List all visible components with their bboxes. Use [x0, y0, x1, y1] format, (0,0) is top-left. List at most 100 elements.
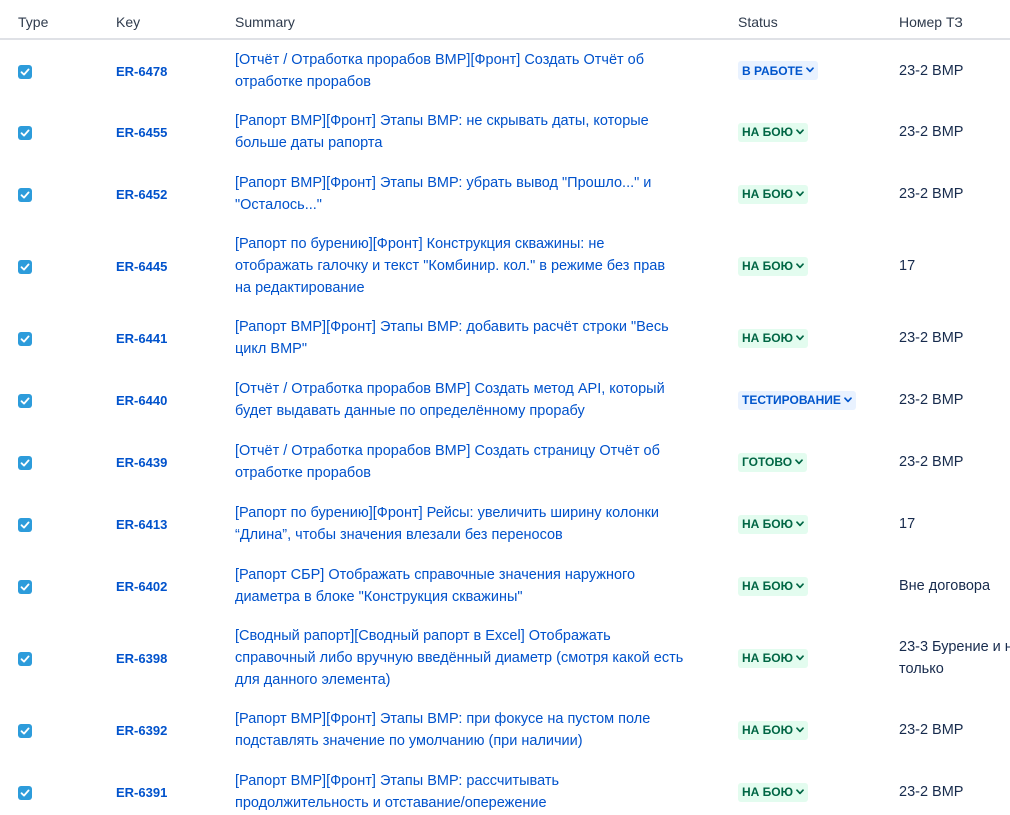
tz-number-value: 17: [899, 258, 916, 274]
status-dropdown[interactable]: В РАБОТЕ: [738, 61, 818, 80]
key-cell: ER-6392: [108, 699, 231, 761]
issue-summary-link[interactable]: [Сводный рапорт][Сводный рапорт в Excel]…: [235, 625, 732, 691]
issue-summary-link[interactable]: [Отчёт / Отработка прорабов ВМР] Создать…: [235, 378, 732, 422]
issue-summary-link[interactable]: [Рапорт ВМР][Фронт] Этапы ВМР: не скрыва…: [235, 110, 732, 154]
chevron-down-icon: [796, 788, 804, 797]
summary-cell: [Рапорт ВМР][Фронт] Этапы ВМР: рассчитыв…: [231, 761, 732, 815]
column-header-tz-number[interactable]: Номер ТЗ: [891, 6, 1010, 40]
summary-line: "Осталось...": [235, 197, 322, 213]
issue-summary-link[interactable]: [Отчёт / Отработка прорабов ВМР] Создать…: [235, 440, 732, 484]
status-dropdown[interactable]: НА БОЮ: [738, 184, 808, 204]
summary-line: отработке прорабов: [235, 73, 371, 90]
summary-line: [Отчёт / Отработка прорабов ВМР] Создать…: [235, 443, 660, 459]
issue-summary-link[interactable]: [Рапорт по бурению][Фронт] Конструкция с…: [235, 233, 732, 299]
chevron-down-icon: [796, 726, 804, 735]
issue-summary-link[interactable]: [Рапорт по бурению][Фронт] Рейсы: увелич…: [235, 502, 732, 546]
table-row[interactable]: ER-6413 [Рапорт по бурению][Фронт] Рейсы…: [0, 493, 1010, 555]
tz-number-cell: 23-3 Бурение и не только: [891, 617, 1010, 699]
key-cell: ER-6441: [108, 307, 231, 369]
column-header-key[interactable]: Key: [108, 6, 231, 40]
table-row[interactable]: ER-6391 [Рапорт ВМР][Фронт] Этапы ВМР: р…: [0, 761, 1010, 815]
table-row[interactable]: ER-6455 [Рапорт ВМР][Фронт] Этапы ВМР: н…: [0, 101, 1010, 163]
summary-cell: [Рапорт ВМР][Фронт] Этапы ВМР: убрать вы…: [231, 163, 732, 225]
status-cell: НА БОЮ: [732, 163, 891, 225]
checkbox-checked-icon: [18, 332, 32, 347]
chevron-down-icon: [796, 654, 804, 663]
table-row[interactable]: ER-6452 [Рапорт ВМР][Фронт] Этапы ВМР: у…: [0, 163, 1010, 225]
table-row[interactable]: ER-6478 [Отчёт / Отработка прорабов ВМР]…: [0, 39, 1010, 101]
summary-line: [Рапорт ВМР][Фронт] Этапы ВМР: добавить …: [235, 319, 669, 335]
status-cell: НА БОЮ: [732, 493, 891, 555]
issue-key-link[interactable]: ER-6440: [116, 393, 167, 408]
table-row[interactable]: ER-6439 [Отчёт / Отработка прорабов ВМР]…: [0, 431, 1010, 493]
table-row[interactable]: ER-6441 [Рапорт ВМР][Фронт] Этапы ВМР: д…: [0, 307, 1010, 369]
type-cell: [0, 101, 108, 163]
chevron-down-icon: [796, 582, 804, 591]
issue-summary-link[interactable]: [Рапорт ВМР][Фронт] Этапы ВМР: добавить …: [235, 316, 732, 360]
summary-cell: [Рапорт ВМР][Фронт] Этапы ВМР: при фокус…: [231, 699, 732, 761]
key-cell: ER-6439: [108, 431, 231, 493]
status-cell: В РАБОТЕ: [732, 39, 891, 101]
summary-line: справочный либо вручную введённый диамет…: [235, 650, 684, 666]
column-header-summary[interactable]: Summary: [231, 6, 732, 40]
tz-number-value: 23-3 Бурение и не только: [899, 639, 1010, 677]
tz-number-value: 23-2 ВМР: [899, 722, 964, 738]
summary-line: [Рапорт ВМР][Фронт] Этапы ВМР: убрать вы…: [235, 175, 652, 191]
status-dropdown[interactable]: ГОТОВО: [738, 452, 808, 472]
tz-number-value: 23-2 ВМР: [899, 784, 964, 800]
key-cell: ER-6391: [108, 761, 231, 815]
status-dropdown[interactable]: НА БОЮ: [738, 648, 808, 668]
issue-key-link[interactable]: ER-6391: [116, 785, 167, 800]
table-row[interactable]: ER-6398 [Сводный рапорт][Сводный рапорт …: [0, 617, 1010, 699]
summary-cell: [Отчёт / Отработка прорабов ВМР] Создать…: [231, 369, 732, 431]
issue-summary-link[interactable]: [Рапорт ВМР][Фронт] Этапы ВМР: убрать вы…: [235, 172, 732, 216]
tz-number-cell: 23-2 ВМР: [891, 39, 1010, 101]
tz-number-cell: 23-2 ВМР: [891, 431, 1010, 493]
status-dropdown[interactable]: НА БОЮ: [738, 782, 808, 802]
issue-key-link[interactable]: ER-6445: [116, 259, 167, 274]
status-dropdown[interactable]: НА БОЮ: [738, 328, 808, 348]
issue-key-link[interactable]: ER-6402: [116, 579, 167, 594]
status-cell: НА БОЮ: [732, 307, 891, 369]
status-cell: ТЕСТИРОВАНИЕ: [732, 369, 891, 431]
issue-key-link[interactable]: ER-6413: [116, 517, 167, 532]
issue-summary-link[interactable]: [Рапорт СБР] Отображать справочные значе…: [235, 564, 732, 608]
issue-key-link[interactable]: ER-6441: [116, 331, 167, 346]
summary-line: отработке прорабов: [235, 465, 371, 481]
table-row[interactable]: ER-6402 [Рапорт СБР] Отображать справочн…: [0, 555, 1010, 617]
status-label: НА БОЮ: [742, 331, 793, 345]
issue-summary-link[interactable]: [Отчёт / Отработка прорабов ВМР][Фронт] …: [235, 49, 732, 93]
status-label: НА БОЮ: [742, 187, 793, 201]
table-row[interactable]: ER-6445 [Рапорт по бурению][Фронт] Конст…: [0, 225, 1010, 307]
type-cell: [0, 617, 108, 699]
table-row[interactable]: ER-6392 [Рапорт ВМР][Фронт] Этапы ВМР: п…: [0, 699, 1010, 761]
column-header-type[interactable]: Type: [0, 6, 108, 40]
issue-key-link[interactable]: ER-6392: [116, 723, 167, 738]
issue-summary-link[interactable]: [Рапорт ВМР][Фронт] Этапы ВМР: рассчитыв…: [235, 770, 732, 814]
status-dropdown[interactable]: НА БОЮ: [738, 720, 808, 740]
issue-key-link[interactable]: ER-6478: [116, 64, 167, 79]
summary-cell: [Отчёт / Отработка прорабов ВМР] Создать…: [231, 431, 732, 493]
type-cell: [0, 39, 108, 101]
tz-number-cell: Вне договора: [891, 555, 1010, 617]
summary-cell: [Рапорт по бурению][Фронт] Рейсы: увелич…: [231, 493, 732, 555]
issue-key-link[interactable]: ER-6452: [116, 187, 167, 202]
status-dropdown[interactable]: НА БОЮ: [738, 256, 808, 276]
key-cell: ER-6445: [108, 225, 231, 307]
column-header-status[interactable]: Status: [732, 6, 891, 40]
summary-line: [Рапорт ВМР][Фронт] Этапы ВМР: рассчитыв…: [235, 773, 560, 789]
status-dropdown[interactable]: ТЕСТИРОВАНИЕ: [738, 390, 856, 410]
status-cell: НА БОЮ: [732, 699, 891, 761]
issue-key-link[interactable]: ER-6455: [116, 125, 167, 140]
tz-number-cell: 23-2 ВМР: [891, 307, 1010, 369]
checkbox-checked-icon: [18, 126, 32, 141]
issue-key-link[interactable]: ER-6398: [116, 651, 167, 666]
issue-key-link[interactable]: ER-6439: [116, 455, 167, 470]
status-dropdown[interactable]: НА БОЮ: [738, 514, 808, 534]
checkbox-checked-icon: [18, 260, 32, 275]
status-dropdown[interactable]: НА БОЮ: [738, 576, 808, 596]
status-dropdown[interactable]: НА БОЮ: [738, 122, 808, 142]
table-row[interactable]: ER-6440 [Отчёт / Отработка прорабов ВМР]…: [0, 369, 1010, 431]
summary-line: [Рапорт ВМР][Фронт] Этапы ВМР: при фокус…: [235, 711, 651, 727]
issue-summary-link[interactable]: [Рапорт ВМР][Фронт] Этапы ВМР: при фокус…: [235, 708, 732, 752]
